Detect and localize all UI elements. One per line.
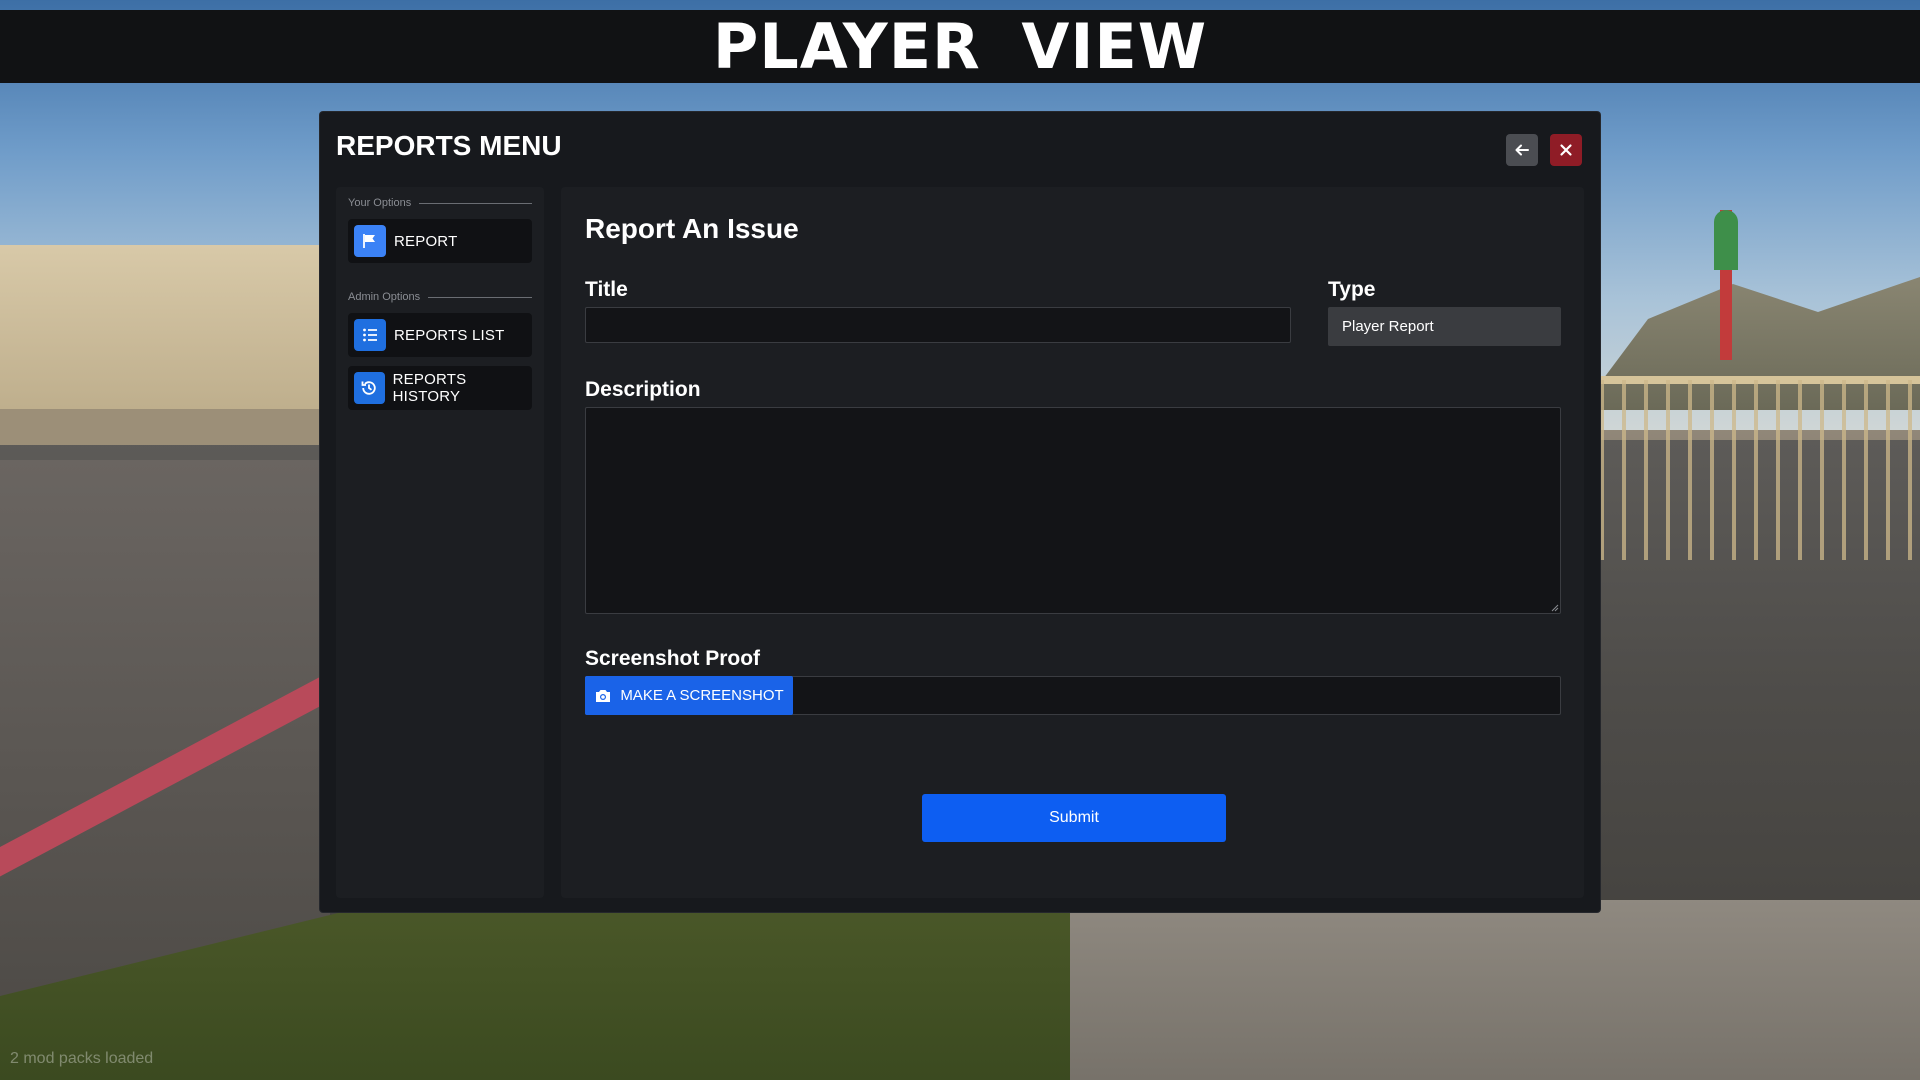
sidebar-item-report[interactable]: REPORT xyxy=(348,219,532,263)
description-label: Description xyxy=(585,378,701,401)
close-icon xyxy=(1560,144,1572,156)
title-input[interactable] xyxy=(585,307,1291,343)
description-textarea[interactable] xyxy=(585,407,1561,614)
your-options-header: Your Options xyxy=(348,197,532,209)
close-button[interactable] xyxy=(1550,134,1582,166)
form-heading: Report An Issue xyxy=(585,213,799,244)
resize-grip-icon[interactable] xyxy=(1549,602,1559,612)
screenshot-label: Screenshot Proof xyxy=(585,647,761,670)
tower xyxy=(1714,210,1738,360)
back-button[interactable] xyxy=(1506,134,1538,166)
make-screenshot-button[interactable]: MAKE A SCREENSHOT xyxy=(585,676,793,715)
make-screenshot-label: MAKE A SCREENSHOT xyxy=(620,687,784,704)
modal-title: REPORTS MENU xyxy=(336,130,562,161)
submit-button[interactable]: Submit xyxy=(922,794,1226,842)
sidebar-item-label: REPORT xyxy=(394,232,458,250)
history-icon xyxy=(354,372,385,404)
report-form-panel: Report An Issue Title Type Player Report… xyxy=(561,187,1584,898)
building xyxy=(0,245,320,445)
mod-status-text: 2 mod packs loaded xyxy=(10,1050,154,1067)
sidewalk xyxy=(1070,900,1920,1080)
sidebar-item-reports-list[interactable]: REPORTS LIST xyxy=(348,313,532,357)
list-icon xyxy=(354,319,386,351)
type-label: Type xyxy=(1328,278,1376,301)
flag-icon xyxy=(354,225,386,257)
your-options-label: Your Options xyxy=(348,197,412,209)
type-select[interactable]: Player Report xyxy=(1328,307,1561,346)
camera-icon xyxy=(596,689,611,702)
admin-options-header: Admin Options xyxy=(348,291,532,303)
sidebar: Your Options REPORT Admin Options REPORT… xyxy=(336,187,544,898)
reports-menu-modal: REPORTS MENU Your Options REPORT Admin O… xyxy=(320,112,1600,912)
arrow-left-icon xyxy=(1515,144,1529,156)
section-divider xyxy=(419,202,532,204)
sidebar-item-reports-history[interactable]: REPORTS HISTORY xyxy=(348,366,532,410)
admin-options-label: Admin Options xyxy=(348,291,421,303)
player-view-banner: PLAYER VIEW xyxy=(0,10,1920,83)
sidebar-item-label: REPORTS LIST xyxy=(394,326,505,344)
sidebar-item-label: REPORTS HISTORY xyxy=(392,371,467,405)
title-label: Title xyxy=(585,278,628,301)
section-divider xyxy=(428,296,532,298)
bridge-railing xyxy=(1600,380,1920,560)
banner-title: PLAYER VIEW xyxy=(712,10,1208,83)
